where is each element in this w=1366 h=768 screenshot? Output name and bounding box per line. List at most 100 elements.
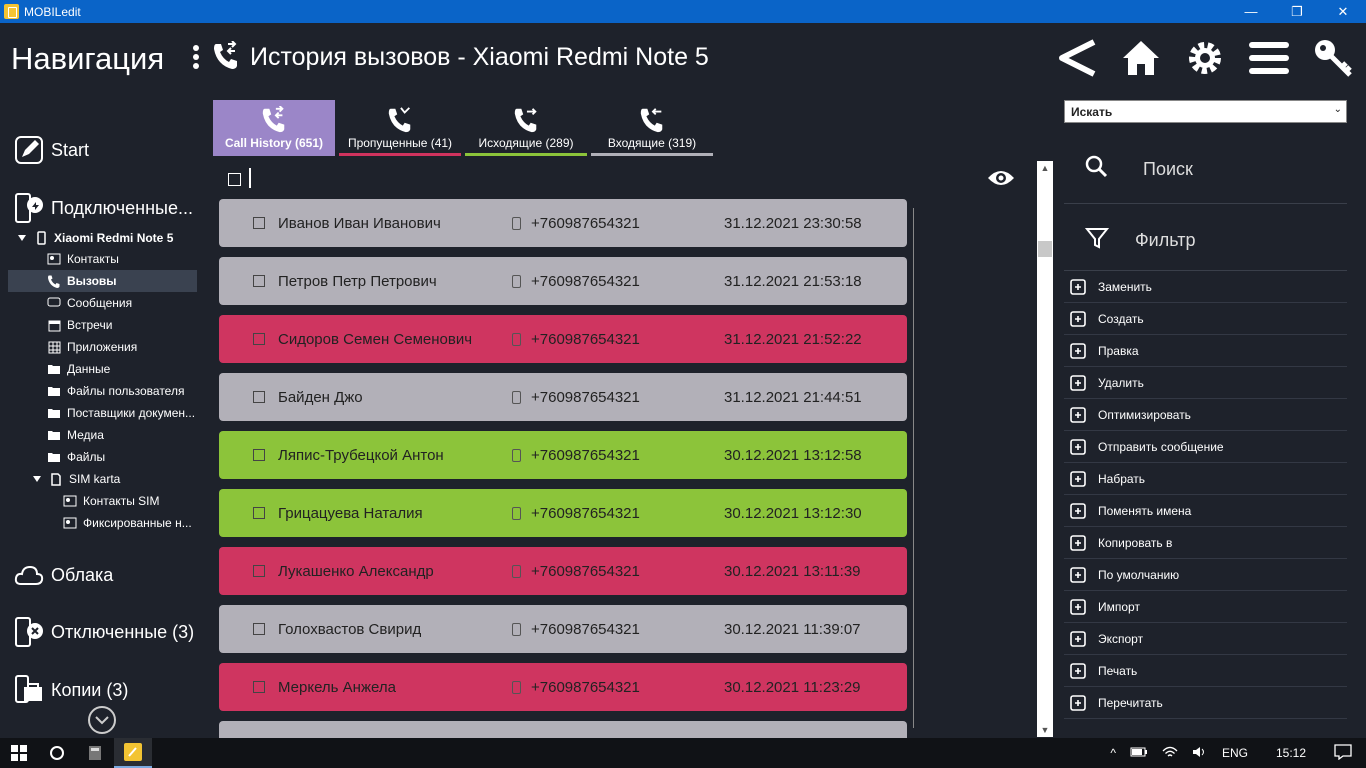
row-checkbox[interactable] [253,623,265,635]
nav-contacts[interactable]: Контакты [47,248,119,270]
mobiledit-taskbar-icon[interactable] [114,738,152,768]
expand-icon[interactable] [18,235,26,241]
nav-sim-fixed[interactable]: Фиксированные н... [63,512,192,534]
row-checkbox[interactable] [253,681,265,693]
row-checkbox[interactable] [253,275,265,287]
clock[interactable]: 15:12 [1276,746,1306,760]
close-button[interactable]: ✕ [1320,0,1366,23]
table-row[interactable]: Петров Петр Петрович +760987654321 31.12.2… [219,257,907,305]
nav-files[interactable]: Файлы [47,446,105,468]
tab-missed[interactable]: Пропущенные (41) [339,100,461,156]
table-row[interactable] [219,721,907,739]
cortana-icon[interactable] [38,738,76,768]
row-checkbox[interactable] [253,333,265,345]
nav-sim[interactable]: SIM karta [33,468,120,490]
action-import[interactable]: Импорт [1064,591,1347,623]
table-row[interactable]: Грицацуева Наталия +760987654321 30.12.202… [219,489,907,537]
action-swap-names[interactable]: Поменять имена [1064,495,1347,527]
maximize-button[interactable]: ❐ [1274,0,1320,23]
search-button[interactable]: Поиск [1085,155,1193,184]
home-icon[interactable] [1118,35,1164,81]
table-row[interactable]: Лукашенко Александр +760987654321 30.12.20… [219,547,907,595]
gear-icon[interactable] [1182,35,1228,81]
call-list: Иванов Иван Иванович +760987654321 31.12.2… [219,199,907,739]
swap-names-icon [1068,500,1090,522]
action-replace[interactable]: Заменить [1064,271,1347,303]
table-row[interactable]: Голохвастов Свирид +760987654321 30.12.202… [219,605,907,653]
kebab-menu-icon[interactable] [193,43,201,73]
action-copy-to[interactable]: Копировать в [1064,527,1347,559]
action-default[interactable]: По умолчанию [1064,559,1347,591]
separator [1064,203,1347,204]
action-print[interactable]: Печать [1064,655,1347,687]
volume-icon[interactable] [1192,746,1208,761]
back-icon[interactable] [1054,35,1100,81]
calculator-icon[interactable] [76,738,114,768]
select-all-checkbox[interactable] [228,173,241,186]
battery-icon[interactable] [1130,746,1148,760]
nav-data[interactable]: Данные [47,358,110,380]
action-label: Создать [1098,311,1144,326]
nav-device[interactable]: Xiaomi Redmi Note 5 [18,227,173,249]
nav-messages[interactable]: Сообщения [47,292,132,314]
row-checkbox[interactable] [253,565,265,577]
action-dial[interactable]: Набрать [1064,463,1347,495]
nav-calls-label: Вызовы [67,274,117,288]
row-checkbox[interactable] [253,391,265,403]
action-edit[interactable]: Правка [1064,335,1347,367]
eye-icon[interactable] [987,168,1015,193]
nav-meetings[interactable]: Встречи [47,314,112,336]
action-delete[interactable]: Удалить [1064,367,1347,399]
nav-doc-providers[interactable]: Поставщики докумен... [47,402,195,424]
chevron-up-icon[interactable]: ^ [1110,746,1116,760]
scroll-up-arrow[interactable]: ▲ [1037,163,1053,173]
nav-start[interactable]: Start [14,135,89,165]
action-create[interactable]: Создать [1064,303,1347,335]
table-row[interactable]: Меркель Анжела +760987654321 30.12.2021 11… [219,663,907,711]
table-row[interactable]: Ляпис-Трубецкой Антон +760987654321 30.12.… [219,431,907,479]
nav-clouds[interactable]: Облака [14,560,113,590]
expand-icon[interactable] [33,476,41,482]
nav-user-files[interactable]: Файлы пользователя [47,380,184,402]
table-row[interactable]: Сидоров Семен Семенович +760987654321 31.1… [219,315,907,363]
action-export[interactable]: Экспорт [1064,623,1347,655]
nav-media[interactable]: Медиа [47,424,104,446]
minimize-button[interactable]: — [1228,0,1274,23]
tab-incoming[interactable]: Входящие (319) [591,100,713,156]
tab-outgoing[interactable]: Исходящие (289) [465,100,587,156]
call-phone-number: +760987654321 [531,562,640,580]
scrollbar-thumb[interactable] [1038,241,1052,257]
scroll-down-arrow[interactable]: ▼ [1037,725,1053,735]
apps-icon [47,340,61,354]
tab-call-history[interactable]: Call History (651) [213,100,335,156]
nav-apps[interactable]: Приложения [47,336,137,358]
language-indicator[interactable]: ENG [1222,746,1248,760]
call-contact-name: Меркель Анжела [278,678,396,696]
windows-start-icon[interactable] [0,738,38,768]
key-icon[interactable] [1310,35,1356,81]
table-row[interactable]: Иванов Иван Иванович +760987654321 31.12.2… [219,199,907,247]
vertical-scrollbar[interactable]: ▲ ▼ [1037,161,1053,737]
sidebar-scroll-down-button[interactable] [88,706,116,734]
nav-disconnected[interactable]: Отключенные (3) [14,617,194,647]
nav-meetings-label: Встречи [67,318,113,332]
menu-icon[interactable] [1246,35,1292,81]
action-reload[interactable]: Перечитать [1064,687,1347,719]
navigation-sidebar: Start Подключенные... Xiaomi Redmi Note … [0,93,205,738]
notifications-icon[interactable] [1334,743,1352,763]
wifi-icon[interactable] [1162,746,1178,761]
table-row[interactable]: Байден Джо +760987654321 31.12.2021 21:44:… [219,373,907,421]
filter-button[interactable]: Фильтр [1084,226,1195,255]
search-scope-select[interactable]: Искать ⌄ [1064,100,1347,123]
action-send-message[interactable]: Отправить сообщение [1064,431,1347,463]
nav-copies[interactable]: Копии (3) [14,675,128,705]
nav-connected[interactable]: Подключенные... [14,193,193,223]
nav-calls[interactable]: Вызовы [47,270,117,292]
nav-sim-contacts-label: Контакты SIM [83,494,160,508]
row-checkbox[interactable] [253,507,265,519]
action-label: Заменить [1098,279,1152,294]
row-checkbox[interactable] [253,217,265,229]
row-checkbox[interactable] [253,449,265,461]
nav-sim-contacts[interactable]: Контакты SIM [63,490,160,512]
action-optimize[interactable]: Оптимизировать [1064,399,1347,431]
